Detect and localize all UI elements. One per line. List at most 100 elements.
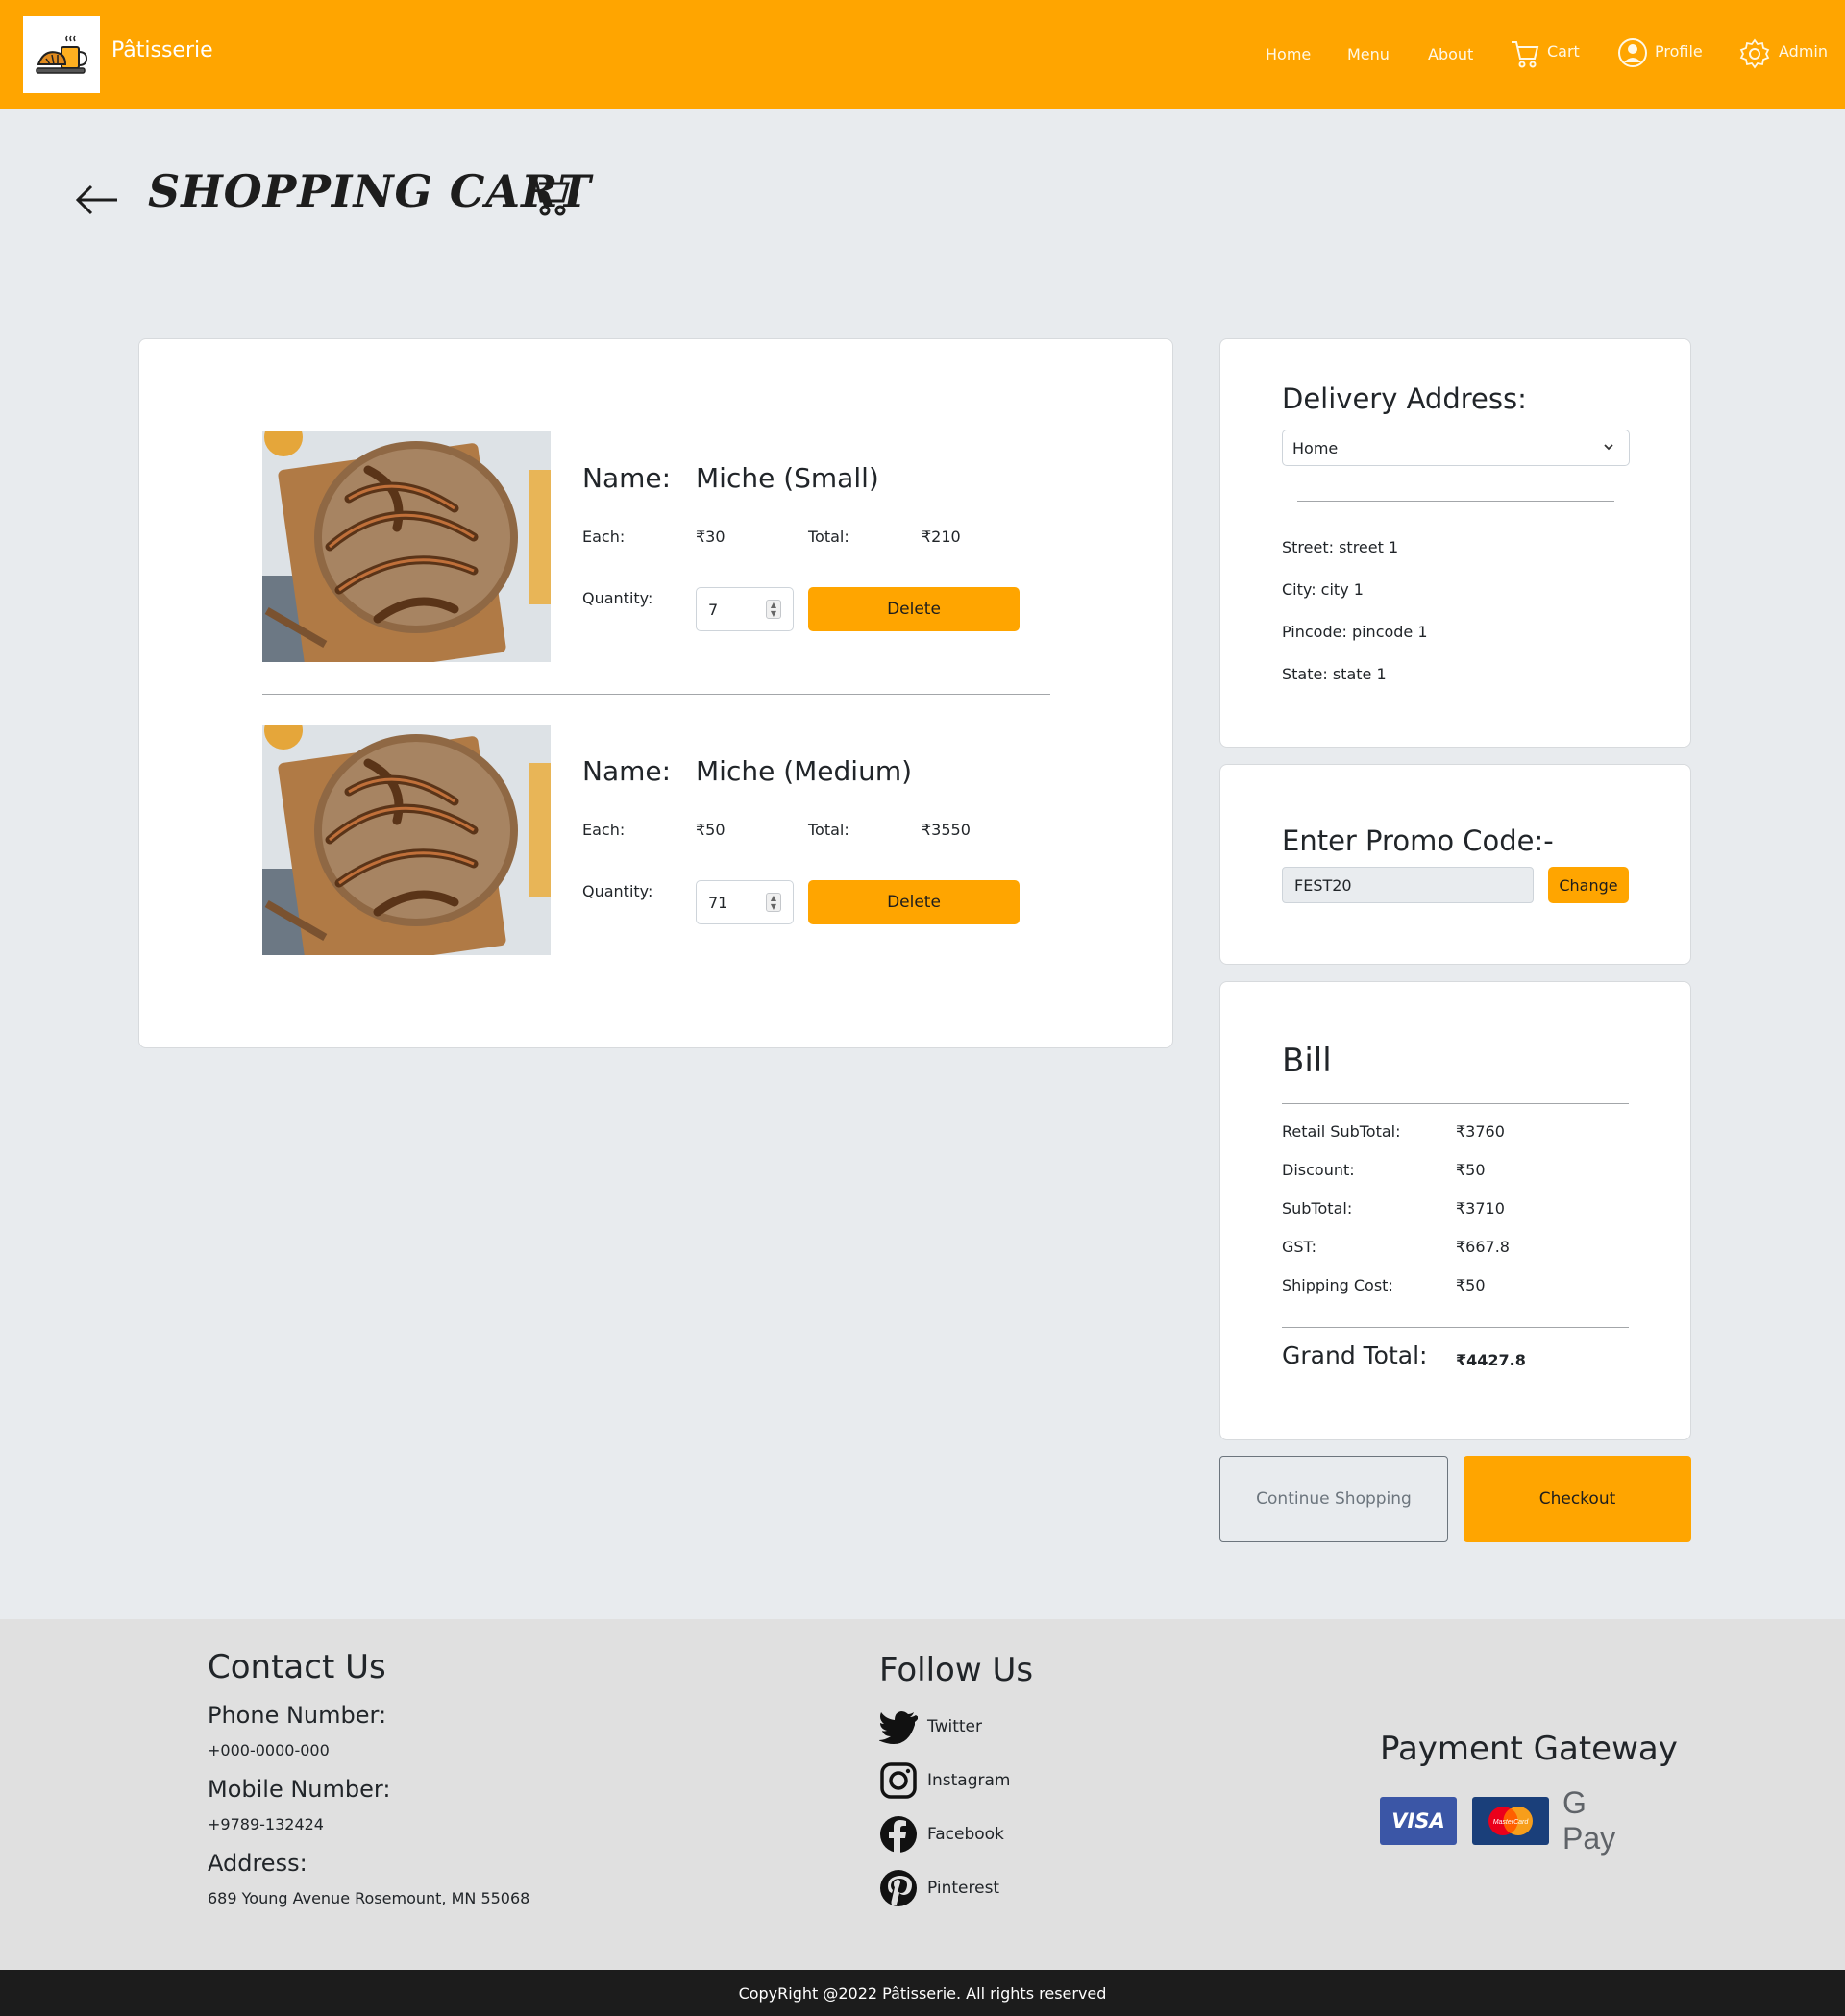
mastercard-label: MasterCard bbox=[1493, 1819, 1530, 1826]
chevron-down-icon bbox=[1602, 439, 1615, 457]
bill-value: ₹50 bbox=[1456, 1276, 1486, 1294]
address-pincode: Pincode: pincode 1 bbox=[1282, 623, 1428, 641]
delete-button[interactable]: Delete bbox=[808, 880, 1020, 924]
bread-image bbox=[262, 431, 551, 662]
social-instagram[interactable]: Instagram bbox=[879, 1761, 1011, 1800]
promo-card: Enter Promo Code:- FEST20 Change bbox=[1219, 764, 1691, 965]
item-each-label: Each: bbox=[582, 528, 626, 546]
gpay-label: G Pay bbox=[1562, 1785, 1616, 1856]
spinner-arrows-icon[interactable]: ▲ ▼ bbox=[766, 600, 781, 619]
bill-value: ₹3710 bbox=[1456, 1199, 1505, 1217]
nav-admin-label[interactable]: Admin bbox=[1779, 42, 1828, 61]
follow-title: Follow Us bbox=[879, 1651, 1034, 1689]
mastercard-logo: MasterCard bbox=[1488, 1807, 1533, 1835]
bill-value: ₹50 bbox=[1456, 1161, 1486, 1179]
quantity-value: 7 bbox=[708, 601, 719, 619]
gear-icon bbox=[1739, 38, 1770, 69]
item-each-value: ₹30 bbox=[696, 528, 726, 546]
instagram-icon bbox=[880, 1762, 917, 1799]
bill-card: Bill Retail SubTotal: ₹3760 Discount: ₹5… bbox=[1219, 981, 1691, 1440]
footer: Contact Us Phone Number: +000-0000-000 M… bbox=[0, 1619, 1845, 1970]
visa-label: VISA bbox=[1391, 1809, 1445, 1832]
facebook-icon bbox=[880, 1816, 917, 1853]
nav-cart[interactable] bbox=[1510, 38, 1540, 73]
address-state: State: state 1 bbox=[1282, 665, 1387, 683]
social-twitter[interactable]: Twitter bbox=[879, 1708, 982, 1746]
cart-icon bbox=[529, 175, 570, 216]
delivery-address-card: Delivery Address: Home Street: street 1 … bbox=[1219, 338, 1691, 748]
bill-value: ₹3760 bbox=[1456, 1122, 1505, 1141]
cart-icon bbox=[1512, 41, 1539, 68]
social-pinterest[interactable]: Pinterest bbox=[879, 1869, 999, 1907]
title-cart-icon bbox=[527, 171, 575, 223]
nav-cart-label[interactable]: Cart bbox=[1547, 42, 1580, 61]
nav-profile[interactable] bbox=[1617, 37, 1648, 72]
quantity-stepper[interactable]: 71 ▲ ▼ bbox=[696, 880, 794, 924]
bill-value: ₹667.8 bbox=[1456, 1238, 1510, 1256]
address-value: 689 Young Avenue Rosemount, MN 55068 bbox=[208, 1889, 530, 1907]
bill-divider-bottom bbox=[1282, 1327, 1629, 1328]
product-image[interactable] bbox=[262, 725, 551, 955]
continue-shopping-button[interactable]: Continue Shopping bbox=[1219, 1456, 1448, 1542]
address-divider bbox=[1297, 501, 1614, 502]
brand-name[interactable]: Pâtisserie bbox=[111, 38, 213, 62]
item-total-label: Total: bbox=[808, 528, 849, 546]
croissant-coffee-icon bbox=[36, 35, 88, 74]
social-label: Instagram bbox=[927, 1771, 1011, 1790]
mobile-label: Mobile Number: bbox=[208, 1776, 391, 1803]
profile-icon bbox=[1618, 38, 1647, 67]
social-label: Facebook bbox=[927, 1825, 1004, 1844]
pinterest-icon bbox=[880, 1870, 917, 1906]
item-quantity-label: Quantity: bbox=[582, 589, 653, 607]
item-name-label: Name: bbox=[582, 462, 672, 494]
item-name: Miche (Medium) bbox=[696, 755, 913, 787]
item-name-label: Name: bbox=[582, 755, 672, 787]
item-quantity-label: Quantity: bbox=[582, 882, 653, 900]
grand-total-label: Grand Total: bbox=[1282, 1341, 1428, 1369]
nav-home[interactable]: Home bbox=[1266, 45, 1311, 63]
grand-total-value: ₹4427.8 bbox=[1456, 1351, 1526, 1369]
visa-icon: VISA bbox=[1380, 1797, 1457, 1845]
address-select-value: Home bbox=[1292, 439, 1339, 457]
change-promo-button[interactable]: Change bbox=[1548, 867, 1629, 903]
bill-divider-top bbox=[1282, 1103, 1629, 1104]
address-street: Street: street 1 bbox=[1282, 538, 1399, 556]
bill-label: GST: bbox=[1282, 1238, 1316, 1256]
bill-label: Discount: bbox=[1282, 1161, 1355, 1179]
nav-about[interactable]: About bbox=[1428, 45, 1473, 63]
phone-value: +000-0000-000 bbox=[208, 1741, 330, 1759]
quantity-value: 71 bbox=[708, 894, 728, 912]
checkout-button[interactable]: Checkout bbox=[1464, 1456, 1691, 1542]
address-select[interactable]: Home bbox=[1282, 430, 1630, 466]
phone-label: Phone Number: bbox=[208, 1702, 387, 1729]
quantity-stepper[interactable]: 7 ▲ ▼ bbox=[696, 587, 794, 631]
twitter-icon bbox=[879, 1711, 918, 1744]
nav-profile-label[interactable]: Profile bbox=[1655, 42, 1703, 61]
spinner-arrows-icon[interactable]: ▲ ▼ bbox=[766, 893, 781, 912]
social-facebook[interactable]: Facebook bbox=[879, 1815, 1004, 1854]
product-image[interactable] bbox=[262, 431, 551, 662]
arrow-left-icon bbox=[75, 184, 117, 215]
bread-image bbox=[262, 725, 551, 955]
brand-logo[interactable] bbox=[23, 16, 100, 93]
nav-admin[interactable] bbox=[1739, 38, 1770, 73]
item-each-value: ₹50 bbox=[696, 821, 726, 839]
social-label: Twitter bbox=[927, 1717, 982, 1736]
address-label: Address: bbox=[208, 1850, 308, 1877]
promo-code-input[interactable]: FEST20 bbox=[1282, 867, 1534, 903]
contact-title: Contact Us bbox=[208, 1648, 386, 1686]
page-title: SHOPPING CART bbox=[148, 165, 592, 217]
nav-menu[interactable]: Menu bbox=[1347, 45, 1390, 63]
gpay-icon: G Pay bbox=[1562, 1785, 1645, 1856]
payment-title: Payment Gateway bbox=[1380, 1730, 1678, 1768]
copyright: CopyRight @2022 Pâtisserie. All rights r… bbox=[0, 1970, 1845, 2016]
item-total-label: Total: bbox=[808, 821, 849, 839]
item-name: Miche (Small) bbox=[696, 462, 879, 494]
back-button[interactable] bbox=[75, 181, 119, 223]
item-total-value: ₹210 bbox=[922, 528, 961, 546]
bill-label: Shipping Cost: bbox=[1282, 1276, 1393, 1294]
bill-title: Bill bbox=[1282, 1042, 1332, 1080]
delete-button[interactable]: Delete bbox=[808, 587, 1020, 631]
mastercard-icon: MasterCard bbox=[1472, 1797, 1549, 1845]
address-city: City: city 1 bbox=[1282, 580, 1364, 599]
